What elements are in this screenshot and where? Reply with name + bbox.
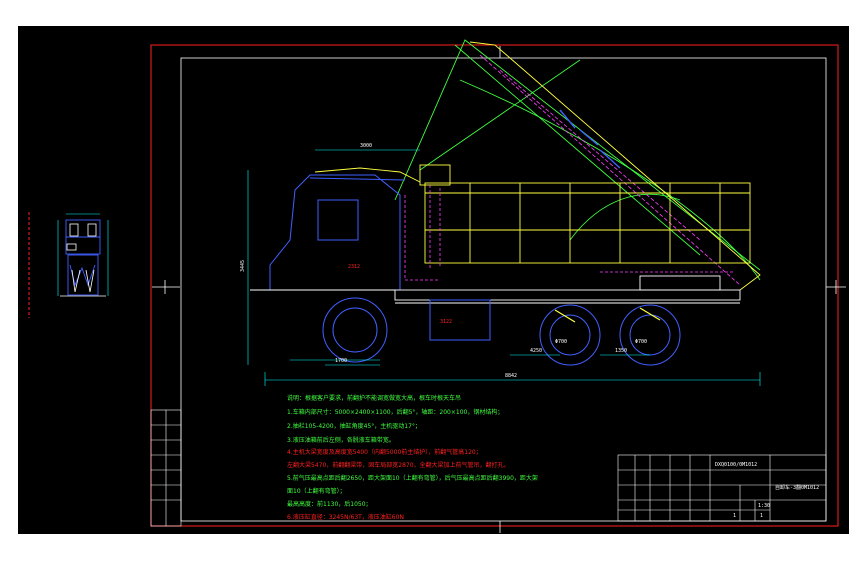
dim-height: 3445 — [240, 260, 246, 272]
sheet-total: 1 — [760, 513, 763, 519]
note-8: 最高高度：前1130，后1050； — [287, 500, 372, 508]
drawing-number: DXQ0100/0M1012 — [715, 462, 757, 468]
dim-overall-length: 8842 — [505, 373, 517, 379]
note-0: 说明：根据客户要求，前翻护不能调宽做宽大高，根车时根天车吊 — [287, 394, 461, 402]
mark-b: 3122 — [440, 319, 452, 325]
viewport-background — [18, 26, 849, 534]
dim-wheelbase-mid: 4250 — [530, 348, 542, 354]
note-6: 5.前气压最高点距后翻2650，距大架面10（上翻有弯管），后气压最高点距后翻3… — [287, 474, 538, 482]
note-1: 1.车箱内部尺寸：5000×2400×1100，后翻5°，轴距：200×100，… — [287, 408, 503, 416]
dim-wheelbase-front: 1700 — [335, 358, 347, 364]
mark-a: 2312 — [348, 264, 360, 270]
scale: 1:30 — [758, 503, 770, 509]
part-name: 自卸车-3翻0M1012 — [775, 484, 819, 491]
note-2: 2.抽栏105-4200，抽缸角度45°，主机驱动17°； — [287, 422, 421, 430]
dim-top-length: 3000 — [360, 143, 372, 149]
note-4: 4.主机大梁宽度及高度宽5400（内翻5000前主结护），前翻气管高120； — [287, 448, 482, 456]
dim-tire-2: Φ700 — [635, 339, 647, 345]
note-7: 面10（上翻有弯管）； — [287, 487, 346, 495]
dim-axle-rear: 1350 — [615, 348, 627, 354]
note-9: 6.液压缸直径：3245N/63T，液压油缸60N — [287, 513, 404, 521]
sheet-number: 1 — [733, 513, 736, 519]
dim-tire-1: Φ700 — [555, 339, 567, 345]
cad-drawing-canvas: 8842 3445 3000 1700 4250 1350 Φ700 Φ700 … — [18, 26, 849, 534]
note-5: 左翻大梁5470，前翻翻梁带，固车局部宽2870，全翻大梁加上前气管吊，翻打孔。 — [287, 461, 510, 469]
note-3: 3.液压油箱前后左侧，各脱液车箱带宽。 — [287, 436, 395, 444]
